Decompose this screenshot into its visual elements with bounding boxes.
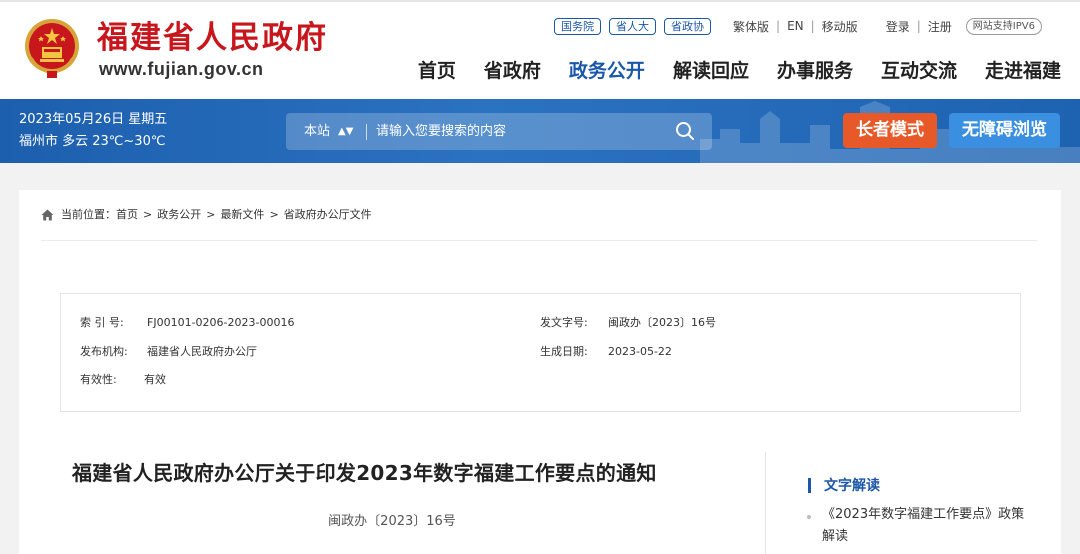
doc-number-label: 发文字号: [540,316,588,329]
site-url: www.fujian.gov.cn [99,59,264,79]
publisher-label: 发布机构: [80,345,128,358]
document-meta-box: 索 引 号: FJ00101-0206-2023-00016 发文字号: 闽政办… [60,293,1021,412]
date-label: 生成日期: [540,345,588,358]
search-band: 2023年05月26日 星期五 福州市 多云 23℃~30℃ 本站 ▲▼ 长者模… [0,99,1080,163]
interpretation-link[interactable]: 《2023年数字福建工作要点》政策解读 [822,504,1036,548]
nav-government-affairs[interactable]: 政务公开 [569,58,645,84]
index-value: FJ00101-0206-2023-00016 [147,316,295,329]
sort-arrows-icon[interactable]: ▲▼ [338,113,353,150]
accessible-browse-button[interactable]: 无障碍浏览 [949,113,1060,148]
search-input[interactable] [376,113,656,150]
sidebar-heading: 文字解读 [824,478,880,494]
breadcrumb-office-files[interactable]: 省政府办公厅文件 [284,207,372,223]
breadcrumb-separator: > [143,208,153,221]
link-mobile[interactable]: 移动版 [822,18,858,35]
breadcrumb-government-affairs[interactable]: 政务公开 [157,207,201,223]
link-state-council[interactable]: 国务院 [554,17,601,35]
national-emblem-icon[interactable] [21,16,83,80]
search-box: 本站 ▲▼ [286,113,712,150]
home-icon [41,209,54,221]
nav-interaction[interactable]: 互动交流 [881,58,957,84]
breadcrumb-home[interactable]: 首页 [116,207,138,223]
content-card: 当前位置： 首页 > 政务公开 > 最新文件 > 省政府办公厅文件 索 引 号:… [19,190,1061,554]
doc-number-value: 闽政办〔2023〕16号 [608,316,716,329]
divider [366,124,367,140]
bullet-icon [807,515,811,519]
site-name[interactable]: 福建省人民政府 [97,20,328,56]
elder-mode-button[interactable]: 长者模式 [843,113,937,148]
weather-info: 福州市 多云 23℃~30℃ [19,134,166,149]
divider: | [810,19,815,33]
divider [41,240,1037,241]
current-date: 2023年05月26日 星期五 [19,112,168,127]
breadcrumb-latest-files[interactable]: 最新文件 [220,207,264,223]
nav-interpretation[interactable]: 解读回应 [673,58,749,84]
breadcrumb-separator: > [206,208,216,221]
nav-about-fujian[interactable]: 走进福建 [985,58,1061,84]
link-login[interactable]: 登录 [886,18,910,35]
link-traditional[interactable]: 繁体版 [733,18,769,35]
validity-label: 有效性: [80,373,117,386]
link-english[interactable]: EN [787,19,804,33]
nav-home[interactable]: 首页 [418,58,456,84]
date-value: 2023-05-22 [608,345,672,358]
divider: | [916,19,921,33]
divider: | [776,19,781,33]
validity-value: 有效 [144,373,166,386]
link-provincial-congress[interactable]: 省人大 [609,17,656,35]
index-label: 索 引 号: [80,316,124,329]
link-provincial-cppcc[interactable]: 省政协 [664,17,711,35]
main-nav: 首页 省政府 政务公开 解读回应 办事服务 互动交流 走进福建 [390,58,1061,84]
publisher-value: 福建省人民政府办公厅 [147,345,257,358]
top-links: 国务院 省人大 省政协 繁体版 | EN | 移动版 登录 | 注册 网站支持I… [554,16,1042,36]
breadcrumb-separator: > [269,208,279,221]
divider [765,452,766,554]
search-scope-select[interactable]: 本站 [304,113,330,150]
breadcrumb: 当前位置： 首页 > 政务公开 > 最新文件 > 省政府办公厅文件 [41,207,372,223]
ipv6-badge: 网站支持IPV6 [965,17,1042,35]
document-title: 福建省人民政府办公厅关于印发2023年数字福建工作要点的通知 [72,461,657,485]
document-number: 闽政办〔2023〕16号 [328,514,456,529]
nav-services[interactable]: 办事服务 [777,58,853,84]
search-icon[interactable] [675,121,695,141]
breadcrumb-prefix: 当前位置： [61,208,116,221]
nav-provincial-government[interactable]: 省政府 [484,58,541,84]
site-header: 福建省人民政府 www.fujian.gov.cn 国务院 省人大 省政协 繁体… [0,0,1080,99]
link-register[interactable]: 注册 [928,18,952,35]
